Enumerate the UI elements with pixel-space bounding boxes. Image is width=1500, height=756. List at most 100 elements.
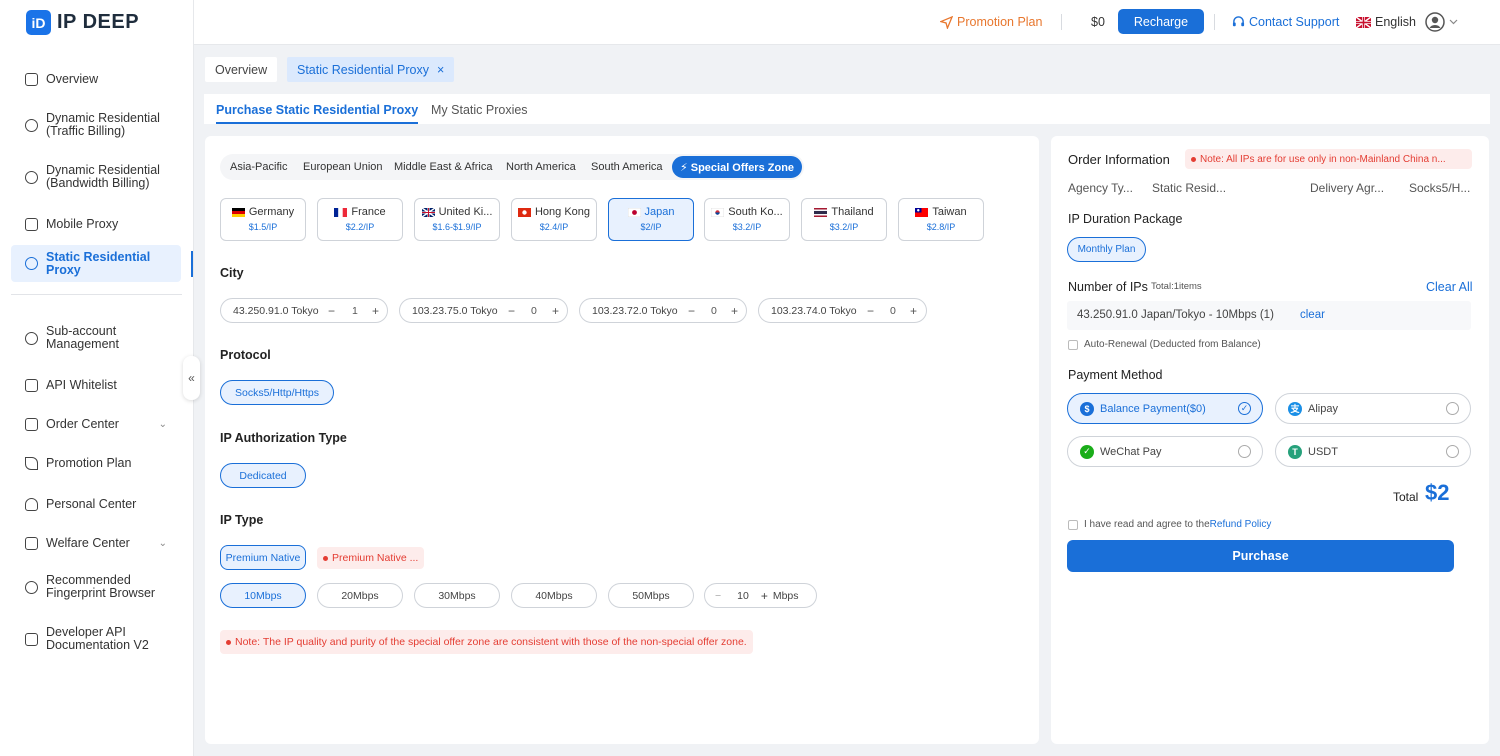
country-united-kingdom[interactable]: United Ki... $1.6-$1.9/IP (414, 198, 500, 241)
payment-label: USDT (1308, 445, 1338, 458)
alipay-icon: 支 (1288, 401, 1302, 416)
sidebar-item-promotion-plan[interactable]: Promotion Plan (11, 454, 181, 472)
sidebar-item-label: Promotion Plan (46, 455, 132, 470)
ip-type-premium-native[interactable]: Premium Native (220, 545, 306, 570)
decrement-button[interactable]: − (508, 304, 515, 318)
increment-button[interactable]: + (761, 589, 768, 603)
bandwidth-30[interactable]: 30Mbps (414, 583, 500, 608)
protocol-label: Protocol (220, 348, 271, 362)
payment-label: Alipay (1308, 402, 1338, 415)
region-asia-pacific[interactable]: Asia-Pacific (230, 161, 287, 173)
monthly-plan-option[interactable]: Monthly Plan (1067, 237, 1146, 262)
auto-renewal-checkbox[interactable]: Auto-Renewal (Deducted from Balance) (1068, 339, 1261, 350)
bandwidth-40[interactable]: 40Mbps (511, 583, 597, 608)
country-price: $2.2/IP (345, 222, 375, 232)
clear-all-button[interactable]: Clear All (1426, 280, 1473, 294)
sidebar-item-static-residential[interactable]: Static Residential Proxy (11, 245, 181, 282)
auth-type-option[interactable]: Dedicated (220, 463, 306, 488)
sidebar-item-order-center[interactable]: Order Center ⌄ (11, 415, 181, 433)
country-south-korea[interactable]: South Ko... $3.2/IP (704, 198, 790, 241)
document-gear-icon (25, 378, 38, 392)
quantity-value[interactable]: 1 (352, 305, 358, 317)
japan-flag-icon (627, 207, 641, 217)
bandwidth-20[interactable]: 20Mbps (317, 583, 403, 608)
language-selector[interactable]: English (1356, 14, 1416, 30)
tab-my-static-proxies[interactable]: My Static Proxies (431, 103, 528, 117)
taiwan-flag-icon (915, 207, 929, 217)
logo[interactable]: iD IP DEEP (26, 10, 139, 35)
tab-underline (216, 122, 419, 124)
sidebar-item-overview[interactable]: Overview (11, 70, 181, 88)
uk-flag-icon (1356, 16, 1371, 28)
quantity-value[interactable]: 0 (711, 305, 717, 317)
sidebar-item-developer-api[interactable]: Developer API Documentation V2 (11, 626, 171, 652)
sidebar-item-mobile-proxy[interactable]: Mobile Proxy (11, 215, 181, 233)
bandwidth-50[interactable]: 50Mbps (608, 583, 694, 608)
country-name: France (351, 206, 386, 218)
bandwidth-10[interactable]: 10Mbps (220, 583, 306, 608)
collapse-sidebar-button[interactable]: « (183, 356, 200, 400)
promotion-plan-link[interactable]: Promotion Plan (940, 14, 1042, 30)
increment-button[interactable]: + (552, 304, 559, 318)
region-european-union[interactable]: European Union (303, 161, 383, 173)
quantity-value[interactable]: 0 (531, 305, 537, 317)
special-offers-zone-tab[interactable]: ⚡ Special Offers Zone (672, 156, 802, 178)
decrement-button[interactable]: − (688, 304, 695, 318)
tab-label: Overview (215, 62, 268, 77)
headset-icon (1232, 15, 1245, 26)
agree-checkbox[interactable]: I have read and agree to theRefund Polic… (1068, 519, 1271, 530)
contact-support-link[interactable]: Contact Support (1232, 14, 1339, 30)
user-menu[interactable] (1425, 12, 1458, 32)
close-icon[interactable]: × (437, 63, 444, 77)
region-middle-east-africa[interactable]: Middle East & Africa (394, 161, 492, 173)
germany-flag-icon (231, 207, 245, 217)
country-germany[interactable]: Germany $1.5/IP (220, 198, 306, 241)
country-name: Germany (248, 206, 295, 218)
sidebar-item-label: Static Residential Proxy (46, 249, 151, 277)
region-south-america[interactable]: South America (591, 161, 663, 173)
sidebar-item-label: Developer API Documentation V2 (46, 625, 149, 652)
sidebar-item-personal-center[interactable]: Personal Center (11, 495, 181, 513)
sidebar-item-api-whitelist[interactable]: API Whitelist (11, 376, 181, 394)
region-north-america[interactable]: North America (506, 161, 576, 173)
decrement-button[interactable]: − (328, 304, 335, 318)
refund-policy-link[interactable]: Refund Policy (1210, 519, 1272, 530)
uk-flag-icon (421, 207, 435, 217)
tab-purchase-static[interactable]: Purchase Static Residential Proxy (216, 103, 419, 124)
city-name: 43.250.91.0 Tokyo (233, 304, 319, 317)
purchase-button[interactable]: Purchase (1067, 540, 1454, 572)
increment-button[interactable]: + (372, 304, 379, 318)
country-japan[interactable]: Japan $2/IP (608, 198, 694, 241)
recharge-button[interactable]: Recharge (1118, 9, 1204, 34)
increment-button[interactable]: + (731, 304, 738, 318)
increment-button[interactable]: + (910, 304, 917, 318)
sidebar-item-label: Recommended Fingerprint Browser (46, 573, 156, 600)
sidebar-item-dynamic-traffic[interactable]: Dynamic Residential (Traffic Billing) (11, 112, 171, 138)
clear-ip-button[interactable]: clear (1300, 309, 1325, 321)
sidebar-item-welfare-center[interactable]: Welfare Center ⌄ (11, 534, 181, 552)
order-note-text: Note: All IPs are for use only in non-Ma… (1200, 153, 1446, 165)
payment-balance[interactable]: $ Balance Payment($0) ✓ (1067, 393, 1263, 424)
chevron-down-icon (1449, 19, 1458, 25)
tab-overview[interactable]: Overview (205, 57, 278, 82)
sidebar-item-label: Order Center (46, 416, 119, 431)
country-france[interactable]: France $2.2/IP (317, 198, 403, 241)
protocol-option[interactable]: Socks5/Http/Https (220, 380, 334, 405)
bandwidth-value[interactable]: 10 (737, 590, 749, 602)
sidebar-item-fingerprint-browser[interactable]: Recommended Fingerprint Browser (11, 574, 171, 600)
status-dot (323, 555, 328, 561)
ips-title: Number of IPs (1068, 280, 1148, 294)
payment-usdt[interactable]: T USDT (1275, 436, 1471, 467)
payment-alipay[interactable]: 支 Alipay (1275, 393, 1471, 424)
quantity-value[interactable]: 0 (890, 305, 896, 317)
country-taiwan[interactable]: Taiwan $2.8/IP (898, 198, 984, 241)
sidebar-item-sub-account[interactable]: Sub-account Management (11, 325, 171, 351)
country-hong-kong[interactable]: Hong Kong $2.4/IP (511, 198, 597, 241)
decrement-button[interactable]: − (867, 304, 874, 318)
ip-type-premium-native-alt[interactable]: Premium Native ... (317, 547, 425, 569)
sidebar-item-dynamic-bandwidth[interactable]: Dynamic Residential (Bandwidth Billing) (11, 164, 171, 190)
country-thailand[interactable]: Thailand $3.2/IP (801, 198, 887, 241)
decrement-button[interactable]: − (715, 590, 721, 602)
payment-wechat[interactable]: ✓ WeChat Pay (1067, 436, 1263, 467)
tab-static-residential[interactable]: Static Residential Proxy × (287, 57, 455, 82)
